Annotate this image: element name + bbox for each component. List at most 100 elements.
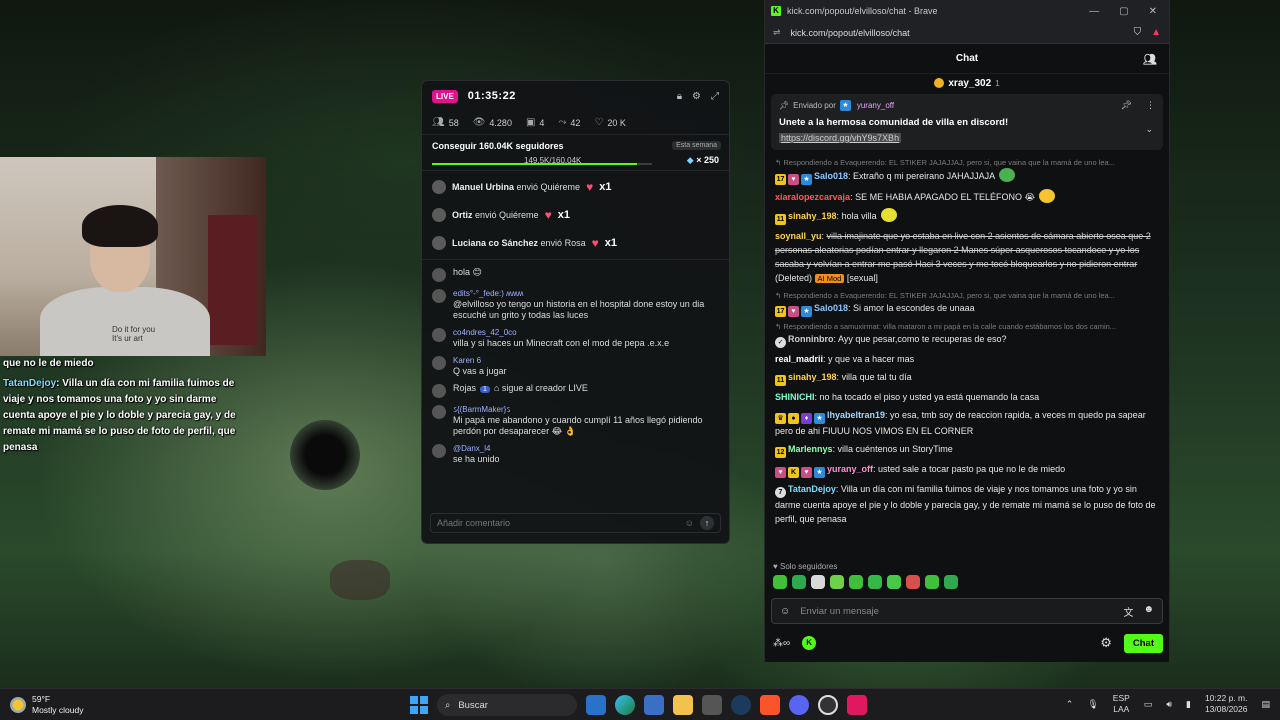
translate-icon[interactable]: 文 xyxy=(1123,604,1133,619)
emote-icon[interactable] xyxy=(868,575,882,589)
emoji-icon[interactable]: ☺ xyxy=(685,518,694,528)
chat-username[interactable]: yurany_off xyxy=(827,464,873,474)
chevron-up-icon[interactable]: ⌃ xyxy=(1066,699,1074,710)
kick-k-icon[interactable]: K xyxy=(802,636,817,650)
taskbar-search[interactable]: ⌕ Buscar xyxy=(437,694,577,716)
chat-username[interactable]: Salo018 xyxy=(814,303,848,313)
chat-text: usted sale a tocar pasto pa que no le de… xyxy=(878,464,1066,474)
emote-icon[interactable] xyxy=(811,575,825,589)
notifications-icon[interactable]: ▤ xyxy=(1261,699,1270,710)
emote-icon[interactable] xyxy=(944,575,958,589)
emoji-picker-icon[interactable]: ☺ xyxy=(780,606,790,617)
clock[interactable]: 10:22 p. m. 13/08/2026 xyxy=(1205,693,1248,715)
activity-stats: 👥︎ 58 👁︎ 4.280 ▣ 4 ⤳ 42 ♡ 20 K xyxy=(422,111,729,135)
reply-preview[interactable]: ↰ Respondiendo a Evaquerendo: EL STIKER … xyxy=(775,157,1159,168)
stat-gifts: ▣ 4 xyxy=(526,117,544,128)
windows-start-icon[interactable] xyxy=(410,696,428,714)
emote-icon[interactable] xyxy=(792,575,806,589)
reply-preview[interactable]: ↰ Respondiendo a Evaquerendo: EL STIKER … xyxy=(775,290,1159,301)
chat-username[interactable]: TatanDejoy xyxy=(788,484,836,494)
heart-gift-icon: ♥ xyxy=(591,236,599,250)
edge-icon[interactable] xyxy=(615,695,635,715)
store-icon[interactable] xyxy=(644,695,664,715)
send-message-input[interactable]: ☺ Enviar un mensaje 文 ☻ xyxy=(771,598,1163,624)
points-icon[interactable]: ⁂∞ xyxy=(773,638,790,649)
url-text[interactable]: kick.com/popout/elvilloso/chat xyxy=(791,28,910,38)
chat-send-button[interactable]: Chat xyxy=(1123,633,1163,653)
message-line: real_madrii: y que va a hacer mas xyxy=(775,352,1159,366)
gift-sender: Ortiz xyxy=(452,210,473,220)
kick-badge-icon: K xyxy=(788,467,799,478)
event-body: co4ndres_42_0co villa y si haces un Minec… xyxy=(453,327,669,349)
emote-icon[interactable] xyxy=(887,575,901,589)
reply-preview[interactable]: ↰ Respondiendo a samuxirmat: villa matar… xyxy=(775,321,1159,332)
lock-icon[interactable]: 🔒︎ xyxy=(677,91,682,102)
stat-views: 👁︎ 4.280 xyxy=(473,117,512,128)
microphone-icon[interactable]: 🎙︎ xyxy=(1087,699,1098,710)
comment-input[interactable]: Añadir comentario ☺ ↑ xyxy=(430,513,721,533)
chat-settings-icon[interactable]: ⚙︎ xyxy=(1100,635,1112,651)
chat-username[interactable]: sinahy_198 xyxy=(788,372,837,382)
brave-shield-icon[interactable]: ⛉ xyxy=(1134,27,1142,38)
event-user[interactable]: @Danx_l4 xyxy=(453,443,500,454)
steam-icon[interactable] xyxy=(731,695,751,715)
event-user[interactable]: Karen 6 xyxy=(453,355,507,366)
send-arrow-icon[interactable]: ↑ xyxy=(700,516,714,530)
popout-icon[interactable]: ⤢ xyxy=(711,91,719,102)
window-controls: — ▢ ✕ xyxy=(1089,6,1163,17)
event-user[interactable]: co4ndres_42_0co xyxy=(453,327,669,338)
chat-username[interactable]: SHINICHI xyxy=(775,392,815,402)
chat-username[interactable]: soynall_yu xyxy=(775,231,822,241)
chat-username[interactable]: xiaralopezcarvaja xyxy=(775,192,850,202)
event-user[interactable]: ઽ{(BarmMaker}ઽ xyxy=(453,404,719,415)
avatar xyxy=(432,405,446,419)
obs-icon[interactable] xyxy=(818,695,838,715)
brave-icon[interactable] xyxy=(760,695,780,715)
app-icon[interactable] xyxy=(702,695,722,715)
emote-icon[interactable] xyxy=(906,575,920,589)
weather-widget[interactable]: 59°F Mostly cloudy xyxy=(0,694,200,716)
language-indicator[interactable]: ESP LAA xyxy=(1113,693,1130,715)
gift-icon: ▣ xyxy=(525,117,536,128)
chevron-down-icon[interactable]: ⌄ xyxy=(1145,124,1153,135)
emote-icon[interactable] xyxy=(849,575,863,589)
file-explorer-icon[interactable] xyxy=(673,695,693,715)
more-options-icon[interactable]: ⋮ xyxy=(1146,100,1155,111)
chat-username[interactable]: Marlennys xyxy=(788,444,833,454)
minimize-icon[interactable]: — xyxy=(1089,6,1099,17)
maximize-icon[interactable]: ▢ xyxy=(1119,6,1128,17)
event-user[interactable]: Rojas xyxy=(453,383,476,393)
gift-sender: Luciana co Sánchez xyxy=(452,238,539,248)
pin-icon: 📌︎ xyxy=(779,101,790,110)
unpin-icon[interactable]: 📌︎ xyxy=(1121,100,1132,111)
chat-username[interactable]: sinahy_198 xyxy=(788,211,837,221)
chat-username[interactable]: Salo018 xyxy=(814,171,848,181)
chat-username[interactable]: real_madrii xyxy=(775,354,823,364)
downloads-icon[interactable] xyxy=(586,695,606,715)
chat-username[interactable]: lhyabeltran19 xyxy=(827,410,885,420)
volume-icon[interactable]: 🔊︎ xyxy=(1166,699,1172,710)
emote-icon[interactable] xyxy=(830,575,844,589)
battery-icon[interactable]: ▮ xyxy=(1186,699,1191,710)
settings-icon[interactable]: ⚙︎ xyxy=(692,91,701,102)
network-icon[interactable]: ▭ xyxy=(1144,699,1153,710)
chat-text: SE ME HABIA APAGADO EL TELÉFONO 😭 xyxy=(855,192,1035,202)
goal-reward: ◆ × 250 xyxy=(686,155,719,165)
gift-row: Manuel Urbina envió Quiéreme ♥ x1 xyxy=(422,173,729,201)
brave-rewards-icon[interactable]: ▲ xyxy=(1151,27,1161,38)
emote-picker-icon[interactable]: ☻ xyxy=(1143,604,1154,619)
discord-icon[interactable] xyxy=(789,695,809,715)
pinned-link[interactable]: https://discord.gg/vhY9s7XBh xyxy=(779,133,902,143)
chat-users-icon[interactable]: 👥︎ xyxy=(1143,53,1157,66)
address-bar[interactable]: ⇌ kick.com/popout/elvilloso/chat ⛉ ▲ xyxy=(765,22,1169,44)
top-gifter[interactable]: xray_302 1 xyxy=(765,74,1169,92)
close-icon[interactable]: ✕ xyxy=(1149,6,1157,17)
subscriber-badge: 11 xyxy=(775,375,786,386)
event-user[interactable]: edits°-°_fede:) ʍʍʍ xyxy=(453,288,719,299)
chat-username[interactable]: Ronninbro xyxy=(788,334,834,344)
site-settings-icon[interactable]: ⇌ xyxy=(773,27,781,38)
emote-icon[interactable] xyxy=(773,575,787,589)
emote-icon[interactable] xyxy=(925,575,939,589)
tiktok-icon[interactable] xyxy=(847,695,867,715)
chat-message: 7 TatanDejoy: Villa un día con mi familia… xyxy=(775,482,1159,526)
